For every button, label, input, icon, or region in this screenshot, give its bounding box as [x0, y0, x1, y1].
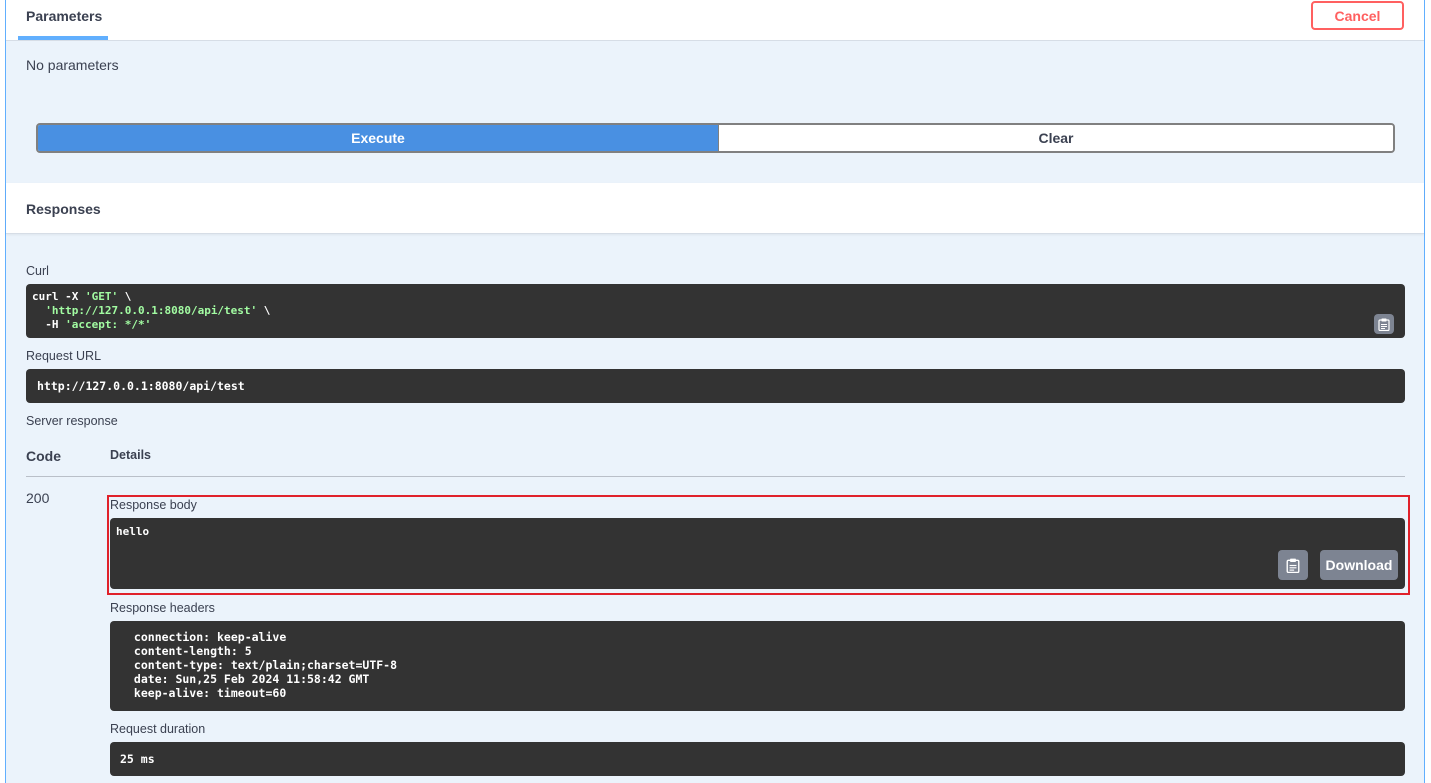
response-body-label: Response body [110, 498, 197, 512]
response-headers-label: Response headers [110, 601, 215, 615]
execute-wrapper: Execute Clear [36, 123, 1395, 153]
request-duration-block[interactable]: 25 ms [110, 742, 1405, 776]
execute-button[interactable]: Execute [38, 125, 718, 151]
table-divider [26, 476, 1405, 477]
tab-active-indicator [18, 36, 108, 40]
cancel-button[interactable]: Cancel [1311, 1, 1404, 30]
clear-button[interactable]: Clear [718, 125, 1393, 151]
status-code: 200 [26, 490, 50, 506]
response-body-text: hello [116, 525, 150, 538]
responses-header: Responses [6, 183, 1424, 234]
curl-line2-indent [32, 304, 45, 317]
curl-line3-prefix: -H [32, 318, 66, 331]
responses-title: Responses [26, 201, 101, 217]
curl-label: Curl [26, 264, 49, 278]
curl-method: 'GET' [84, 290, 119, 303]
operation-panel: Parameters Cancel No parameters Execute … [5, 0, 1425, 783]
clipboard-icon[interactable] [1278, 550, 1308, 580]
curl-url: 'http://127.0.0.1:8080/api/test' [45, 304, 258, 317]
curl-line1-prefix: curl -X [32, 290, 85, 303]
request-duration-label: Request duration [110, 722, 206, 736]
download-button[interactable]: Download [1320, 550, 1398, 580]
curl-header: 'accept: */*' [65, 318, 152, 331]
no-parameters-text: No parameters [26, 57, 119, 73]
response-headers-block[interactable]: connection: keep-alive content-length: 5… [110, 621, 1405, 711]
parameters-header: Parameters Cancel [6, 0, 1424, 41]
response-body-block[interactable]: hello Download [110, 518, 1405, 589]
request-url-label: Request URL [26, 349, 102, 363]
column-header-details: Details [110, 448, 151, 462]
server-response-label: Server response [26, 414, 118, 428]
tab-parameters[interactable]: Parameters [26, 8, 102, 24]
column-header-code: Code [26, 448, 61, 464]
curl-line2-suffix: \ [257, 304, 271, 317]
clipboard-icon[interactable] [1374, 314, 1394, 334]
curl-line1-suffix: \ [118, 290, 132, 303]
request-url-block[interactable]: http://127.0.0.1:8080/api/test [26, 369, 1405, 403]
curl-code-block[interactable]: curl -X 'GET' \ 'http://127.0.0.1:8080/a… [26, 284, 1405, 338]
